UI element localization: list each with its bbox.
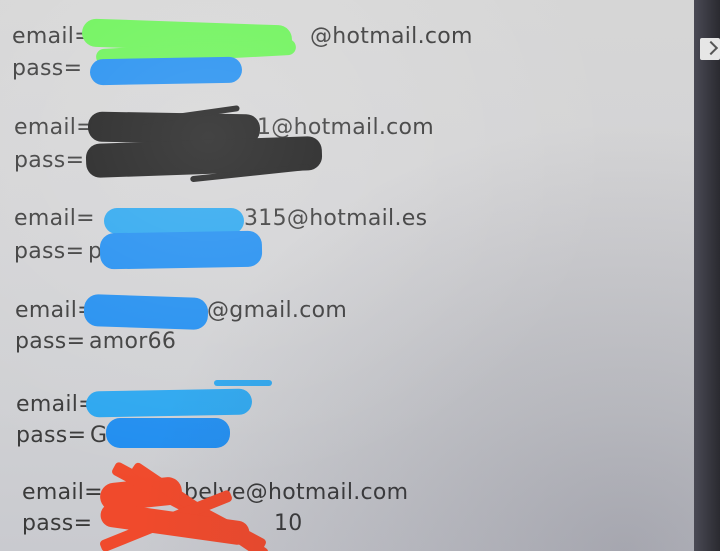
password-value: 10 (274, 511, 303, 536)
blue-redaction-stroke (214, 380, 272, 386)
password-label: pass= (12, 56, 83, 81)
blue-redaction-scribble (85, 388, 253, 418)
password-label: pass= (15, 329, 86, 354)
email-domain: 315@hotmail.es (244, 206, 428, 231)
blue-redaction-scribble (99, 230, 263, 270)
password-value: amor66 (89, 329, 177, 354)
email-label: email= (14, 206, 95, 231)
password-label: pass= (16, 423, 87, 448)
email-line: email= 315@hotmail.es (14, 206, 474, 234)
email-label: email= (16, 392, 97, 417)
blue-redaction-scribble (89, 56, 243, 86)
password-label: pass= (22, 511, 93, 536)
text-document-screen: email= @hotmail.com pass= email= 1@hotma… (0, 0, 694, 551)
email-label: email= (12, 24, 93, 49)
email-domain: @hotmail.com (310, 24, 473, 49)
blue-redaction-scribble (104, 208, 244, 234)
blue-redaction-scribble (106, 418, 230, 448)
monitor-bezel (694, 0, 720, 551)
email-domain: @gmail.com (207, 298, 348, 323)
password-value: G (90, 423, 108, 448)
password-label: pass= (14, 239, 85, 264)
email-label: email= (14, 115, 95, 140)
blue-redaction-scribble (83, 293, 209, 331)
email-line: email= belve@hotmail.com (22, 480, 482, 508)
scroll-arrow-button[interactable] (700, 38, 720, 60)
email-label: email= (22, 480, 103, 505)
password-line: pass= amor66 (15, 329, 315, 357)
password-label: pass= (14, 148, 85, 173)
